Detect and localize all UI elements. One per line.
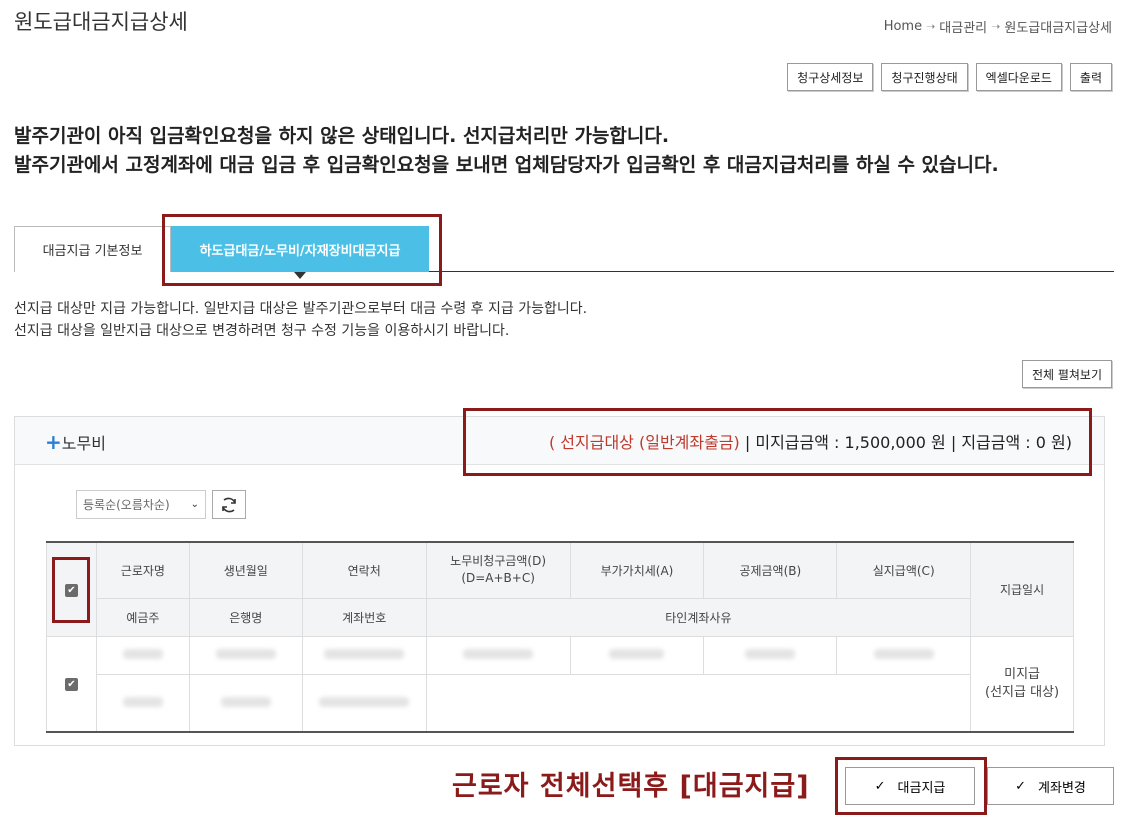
annotation-box (463, 408, 1092, 476)
excel-download-button[interactable]: 엑셀다운로드 (975, 63, 1062, 91)
breadcrumb-item[interactable]: 대금관리 (939, 17, 987, 36)
table-cell (95, 673, 190, 733)
info-line: 선지급 대상만 지급 가능합니다. 일반지급 대상은 발주기관으로부터 대금 수… (14, 301, 588, 317)
table-cell (703, 635, 838, 675)
payment-status: 미지급 (선지급 대상) (970, 635, 1074, 733)
table-cell (301, 673, 427, 733)
arrow-right-icon: ➝ (926, 20, 936, 33)
claim-status-button[interactable]: 청구진행상태 (881, 63, 968, 91)
masked-value (745, 649, 796, 659)
col-other-account-reason: 타인계좌사유 (425, 597, 972, 637)
table-cell (95, 635, 190, 675)
chevron-down-icon: ⌄ (190, 499, 199, 510)
refresh-button[interactable] (212, 490, 246, 519)
col-birth-date: 생년월일 (188, 541, 303, 599)
labor-table: ✔ 근로자명 생년월일 연락처 노무비청구금액(D) (D=A+B+C) 부가가… (46, 541, 1074, 733)
masked-value (220, 696, 271, 707)
table-cell (188, 673, 303, 733)
breadcrumb-current: 원도급대금지급상세 (1004, 21, 1112, 36)
table-cell (836, 635, 972, 675)
sort-controls: 등록순(오름차순) ⌄ (76, 490, 246, 519)
col-payment-date: 지급일시 (970, 541, 1074, 637)
table-row (47, 673, 1074, 733)
col-vat: 부가가치세(A) (569, 541, 705, 599)
claim-detail-button[interactable]: 청구상세정보 (787, 63, 874, 91)
annotation-box (162, 214, 442, 286)
sort-select[interactable]: 등록순(오름차순) ⌄ (76, 490, 206, 519)
col-net-pay: 실지급액(C) (836, 541, 972, 599)
page-title: 원도급대금지급상세 (14, 10, 188, 34)
annotation-box (835, 757, 987, 815)
sort-selected-value: 등록순(오름차순) (83, 498, 170, 512)
status-notice: 발주기관이 아직 입금확인요청을 하지 않은 상태입니다. 선지급처리만 가능합… (14, 122, 1109, 180)
plus-icon: + (45, 430, 62, 454)
table-cell (425, 635, 571, 675)
change-account-label: 계좌변경 (1038, 779, 1086, 795)
col-account-holder: 예금주 (95, 597, 190, 637)
col-worker-name: 근로자명 (95, 541, 190, 599)
check-icon: ✓ (1015, 778, 1027, 793)
masked-value (319, 696, 410, 707)
masked-value (215, 649, 276, 659)
col-contact: 연락처 (301, 541, 427, 599)
info-line: 선지급 대상을 일반지급 대상으로 변경하려면 청구 수정 기능을 이용하시기 … (14, 323, 510, 339)
expand-all-button[interactable]: 전체 펼쳐보기 (1021, 360, 1112, 388)
change-account-button[interactable]: ✓ 계좌변경 (987, 767, 1114, 805)
row-checkbox[interactable]: ✔ (64, 678, 78, 692)
col-account-number: 계좌번호 (301, 597, 427, 637)
breadcrumb: Home ➝ 대금관리 ➝ 원도급대금지급상세 (884, 17, 1112, 36)
annotation-text: 근로자 전체선택후 [대금지급] (452, 771, 810, 802)
info-text: 선지급 대상만 지급 가능합니다. 일반지급 대상은 발주기관으로부터 대금 수… (14, 298, 587, 342)
tab-basic-info[interactable]: 대금지급 기본정보 (14, 226, 171, 272)
arrow-right-icon: ➝ (991, 20, 1001, 33)
section-title[interactable]: +노무비 (45, 430, 106, 454)
masked-value (873, 649, 934, 659)
table-cell (301, 635, 427, 675)
table-cell (188, 635, 303, 675)
masked-value (324, 649, 405, 659)
masked-value (463, 649, 534, 659)
table-cell (569, 635, 705, 675)
annotation-box (52, 557, 90, 623)
breadcrumb-home[interactable]: Home (884, 19, 922, 34)
col-bank-name: 은행명 (188, 597, 303, 637)
section-title-label: 노무비 (61, 434, 106, 453)
refresh-icon (222, 497, 236, 512)
notice-line: 발주기관에서 고정계좌에 대금 입금 후 입금확인요청을 보내면 업체담당자가 … (14, 154, 999, 176)
row-select-cell: ✔ (46, 635, 97, 733)
print-button[interactable]: 출력 (1069, 63, 1112, 91)
col-labor-claim: 노무비청구금액(D) (D=A+B+C) (425, 541, 571, 599)
top-button-group: 청구상세정보 청구진행상태 엑셀다운로드 출력 (787, 63, 1112, 91)
masked-value (609, 649, 665, 659)
masked-value (122, 649, 163, 659)
notice-line: 발주기관이 아직 입금확인요청을 하지 않은 상태입니다. 선지급처리만 가능합… (14, 125, 670, 147)
table-row: ✔ 미지급 (선지급 대상) (46, 635, 1074, 733)
col-deduction: 공제금액(B) (703, 541, 838, 599)
masked-value (122, 696, 163, 707)
table-cell (425, 673, 972, 733)
